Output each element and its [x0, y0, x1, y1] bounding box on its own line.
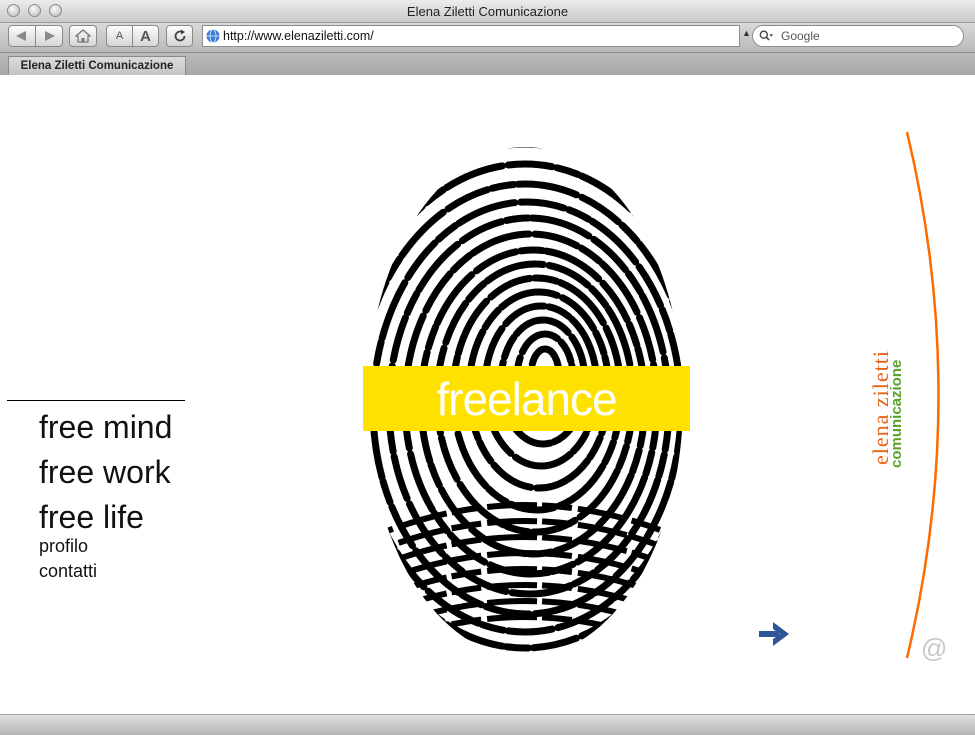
- browser-toolbar: A A http://www.elenaziletti.com/ ▲ Googl…: [0, 23, 975, 52]
- next-arrow-icon[interactable]: [757, 619, 791, 649]
- menu-item-free-work[interactable]: free work: [39, 456, 171, 488]
- home-icon: [75, 29, 91, 43]
- web-page: free mind free work free life profilo co…: [0, 75, 975, 714]
- search-field[interactable]: Google: [752, 25, 964, 47]
- address-bar[interactable]: http://www.elenaziletti.com/: [202, 25, 740, 47]
- menu-divider: [7, 400, 185, 401]
- text-bigger-button[interactable]: A: [132, 25, 159, 47]
- freelance-banner-text: freelance: [436, 372, 617, 425]
- reload-button[interactable]: [166, 25, 193, 47]
- forward-arrow-icon: [45, 31, 55, 41]
- tab-bar: Elena Ziletti Comunicazione: [0, 52, 975, 76]
- freelance-banner: freelance: [363, 366, 690, 431]
- brand-subtitle: comunicazione: [888, 359, 905, 468]
- reload-icon: [174, 29, 185, 42]
- address-dropdown-icon[interactable]: ▲: [742, 28, 751, 38]
- window-titlebar: Elena Ziletti Comunicazione: [0, 0, 975, 23]
- url-text: http://www.elenaziletti.com/: [223, 29, 374, 43]
- window-title: Elena Ziletti Comunicazione: [406, 4, 569, 19]
- text-smaller-button[interactable]: A: [106, 25, 133, 47]
- menu-item-free-life[interactable]: free life: [39, 501, 144, 533]
- search-icon: [759, 30, 773, 41]
- search-placeholder: Google: [781, 29, 820, 43]
- home-button[interactable]: [69, 25, 97, 47]
- globe-icon: [206, 29, 220, 43]
- menu-item-free-mind[interactable]: free mind: [39, 411, 172, 443]
- email-link-icon[interactable]: @: [921, 633, 947, 664]
- forward-button[interactable]: [35, 25, 63, 47]
- link-profilo[interactable]: profilo: [39, 537, 88, 555]
- back-button[interactable]: [8, 25, 36, 47]
- link-contatti[interactable]: contatti: [39, 562, 97, 580]
- back-arrow-icon: [16, 31, 26, 41]
- window-bottom-edge: [0, 714, 975, 735]
- tab-elena-ziletti[interactable]: Elena Ziletti Comunicazione: [8, 56, 186, 75]
